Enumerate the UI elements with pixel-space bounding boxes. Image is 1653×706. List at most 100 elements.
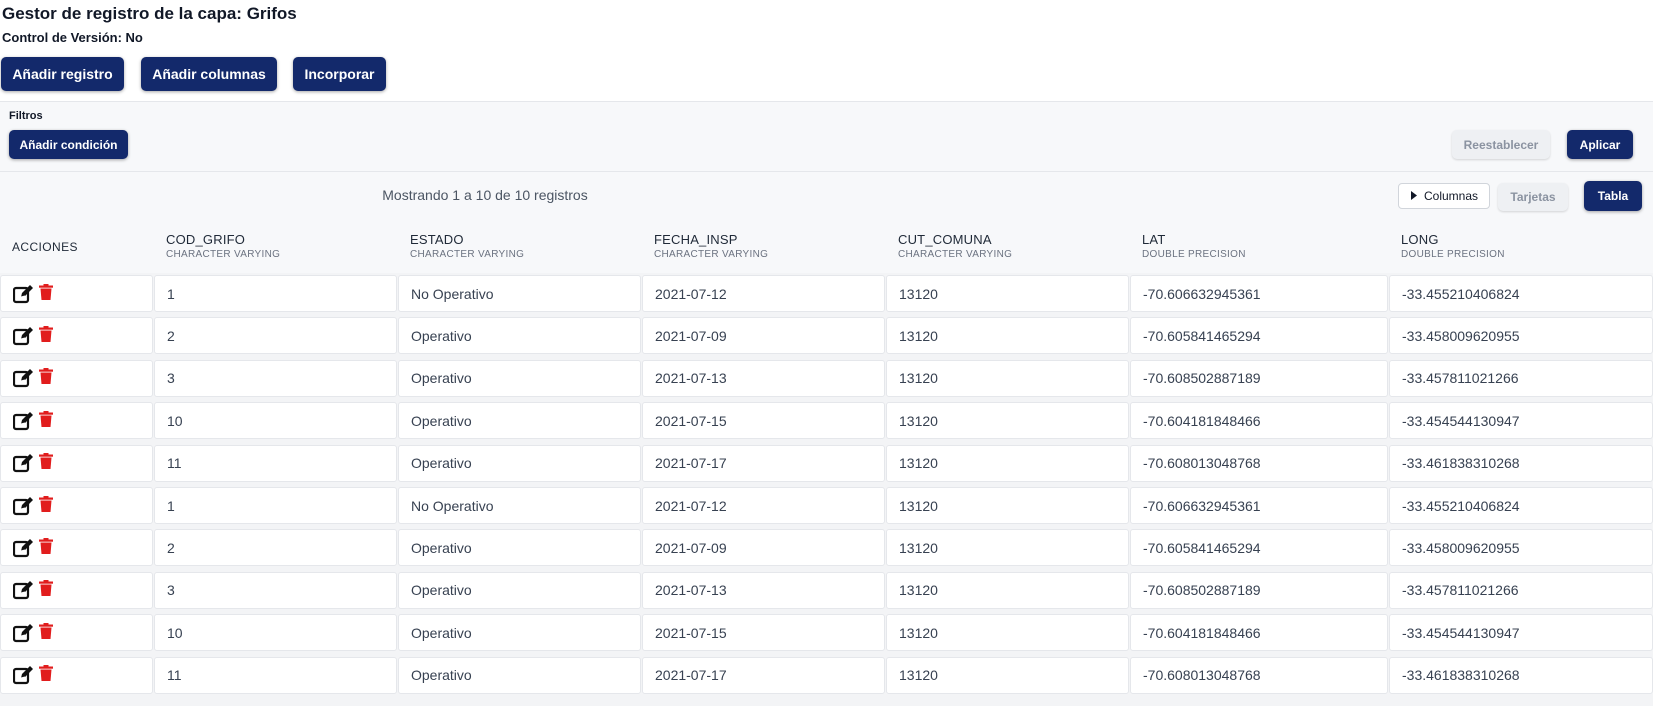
table-row: 11 Operativo 2021-07-17 13120 -70.6080130487… <box>0 656 1653 694</box>
trash-icon[interactable] <box>39 325 55 346</box>
table-cell-long[interactable]: -33.454544130947 <box>1389 402 1653 440</box>
table-cell-estado[interactable]: Operativo <box>398 614 641 652</box>
table-cell-fecha-insp[interactable]: 2021-07-12 <box>642 275 885 312</box>
table-cell-fecha-insp[interactable]: 2021-07-15 <box>642 402 885 440</box>
table-row: 10 Operativo 2021-07-15 13120 -70.6041818484… <box>0 614 1653 652</box>
table-cell-estado[interactable]: Operativo <box>398 571 641 609</box>
add-columns-button[interactable]: Añadir columnas <box>141 57 277 91</box>
table-cell-lat[interactable]: -70.608013048768 <box>1130 444 1388 482</box>
table-cell-cod-grifo[interactable]: 2 <box>154 529 397 567</box>
column-header[interactable]: FECHA_INSP CHARACTER VARYING <box>654 232 768 260</box>
trash-icon[interactable] <box>39 410 55 431</box>
table-cell-lat[interactable]: -70.608502887189 <box>1130 359 1388 397</box>
table-cell-cut-comuna[interactable]: 13120 <box>886 444 1129 482</box>
table-cell-cod-grifo[interactable]: 10 <box>154 402 397 440</box>
columns-toggle-button[interactable]: Columnas <box>1398 183 1490 209</box>
table-cell-lat[interactable]: -70.605841465294 <box>1130 529 1388 567</box>
table-cell-long[interactable]: -33.461838310268 <box>1389 656 1653 694</box>
trash-icon[interactable] <box>39 537 55 558</box>
trash-icon[interactable] <box>39 580 55 600</box>
table-cell-fecha-insp[interactable]: 2021-07-17 <box>642 656 885 694</box>
table-cell-cod-grifo[interactable]: 2 <box>154 317 397 355</box>
table-cell-cut-comuna[interactable]: 13120 <box>886 571 1129 609</box>
cards-view-button[interactable]: Tarjetas <box>1498 183 1568 211</box>
table-cell-long[interactable]: -33.454544130947 <box>1389 614 1653 652</box>
trash-icon[interactable] <box>39 368 55 388</box>
edit-icon[interactable] <box>12 411 33 431</box>
table-cell-cod-grifo[interactable]: 11 <box>154 444 397 482</box>
table-cell-fecha-insp[interactable]: 2021-07-12 <box>642 487 885 524</box>
column-header[interactable]: CUT_COMUNA CHARACTER VARYING <box>898 232 1012 260</box>
trash-icon[interactable] <box>39 283 55 304</box>
table-cell-lat[interactable]: -70.608013048768 <box>1130 656 1388 694</box>
trash-icon[interactable] <box>39 622 55 643</box>
table-cell-cod-grifo[interactable]: 10 <box>154 614 397 652</box>
column-header[interactable]: COD_GRIFO CHARACTER VARYING <box>166 232 280 260</box>
table-cell-fecha-insp[interactable]: 2021-07-13 <box>642 359 885 397</box>
table-cell-estado[interactable]: Operativo <box>398 402 641 440</box>
table-cell-long[interactable]: -33.458009620955 <box>1389 317 1653 355</box>
table-cell-fecha-insp[interactable]: 2021-07-13 <box>642 571 885 609</box>
edit-icon[interactable] <box>12 665 33 685</box>
table-cell-fecha-insp[interactable]: 2021-07-09 <box>642 529 885 567</box>
table-cell-cut-comuna[interactable]: 13120 <box>886 656 1129 694</box>
table-view-button[interactable]: Tabla <box>1584 181 1642 211</box>
table-cell-estado[interactable]: No Operativo <box>398 487 641 524</box>
edit-icon[interactable] <box>12 580 33 600</box>
table-cell-cod-grifo[interactable]: 1 <box>154 275 397 312</box>
column-header[interactable]: LAT DOUBLE PRECISION <box>1142 232 1246 260</box>
table-cell-cut-comuna[interactable]: 13120 <box>886 275 1129 312</box>
table-cell-long[interactable]: -33.455210406824 <box>1389 487 1653 524</box>
table-cell-lat[interactable]: -70.606632945361 <box>1130 275 1388 312</box>
table-cell-long[interactable]: -33.455210406824 <box>1389 275 1653 312</box>
column-name: FECHA_INSP <box>654 232 738 247</box>
table-cell-estado[interactable]: Operativo <box>398 317 641 355</box>
edit-icon[interactable] <box>12 453 33 473</box>
trash-icon[interactable] <box>39 495 55 516</box>
edit-icon[interactable] <box>12 368 33 388</box>
trash-icon[interactable] <box>39 453 55 473</box>
table-cell-fecha-insp[interactable]: 2021-07-15 <box>642 614 885 652</box>
incorporate-button[interactable]: Incorporar <box>293 57 386 91</box>
table-cell-long[interactable]: -33.458009620955 <box>1389 529 1653 567</box>
table-cell-long[interactable]: -33.461838310268 <box>1389 444 1653 482</box>
table-cell-cod-grifo[interactable]: 3 <box>154 359 397 397</box>
table-cell-cod-grifo[interactable]: 3 <box>154 571 397 609</box>
edit-icon[interactable] <box>12 623 33 643</box>
table-cell-estado[interactable]: Operativo <box>398 444 641 482</box>
table-cell-cod-grifo[interactable]: 1 <box>154 487 397 524</box>
table-cell-cut-comuna[interactable]: 13120 <box>886 614 1129 652</box>
table-cell-lat[interactable]: -70.605841465294 <box>1130 317 1388 355</box>
table-cell-estado[interactable]: Operativo <box>398 529 641 567</box>
table-cell-cut-comuna[interactable]: 13120 <box>886 529 1129 567</box>
table-cell-fecha-insp[interactable]: 2021-07-17 <box>642 444 885 482</box>
table-cell-estado[interactable]: Operativo <box>398 359 641 397</box>
trash-icon[interactable] <box>39 665 55 685</box>
table-cell-cut-comuna[interactable]: 13120 <box>886 402 1129 440</box>
edit-icon[interactable] <box>12 284 33 304</box>
table-cell-cut-comuna[interactable]: 13120 <box>886 487 1129 524</box>
column-header[interactable]: LONG DOUBLE PRECISION <box>1401 232 1505 260</box>
table-cell-cod-grifo[interactable]: 11 <box>154 656 397 694</box>
table-cell-lat[interactable]: -70.608502887189 <box>1130 571 1388 609</box>
edit-icon[interactable] <box>12 538 33 558</box>
apply-filters-button[interactable]: Aplicar <box>1567 130 1633 159</box>
table-cell-estado[interactable]: Operativo <box>398 656 641 694</box>
table-cell-cut-comuna[interactable]: 13120 <box>886 317 1129 355</box>
table-cell-estado[interactable]: No Operativo <box>398 275 641 312</box>
reset-filters-button[interactable]: Reestablecer <box>1452 130 1550 159</box>
table-cell-fecha-insp[interactable]: 2021-07-09 <box>642 317 885 355</box>
add-record-button[interactable]: Añadir registro <box>1 57 124 91</box>
table-cell-lat[interactable]: -70.604181848466 <box>1130 614 1388 652</box>
edit-icon[interactable] <box>12 496 33 516</box>
table-row: 3 Operativo 2021-07-13 13120 -70.60850288718… <box>0 359 1653 397</box>
records-count-status: Mostrando 1 a 10 de 10 registros <box>382 187 588 203</box>
column-header[interactable]: ESTADO CHARACTER VARYING <box>410 232 524 260</box>
table-cell-lat[interactable]: -70.604181848466 <box>1130 402 1388 440</box>
table-cell-cut-comuna[interactable]: 13120 <box>886 359 1129 397</box>
table-cell-long[interactable]: -33.457811021266 <box>1389 571 1653 609</box>
table-cell-lat[interactable]: -70.606632945361 <box>1130 487 1388 524</box>
add-condition-button[interactable]: Añadir condición <box>9 130 128 159</box>
table-cell-long[interactable]: -33.457811021266 <box>1389 359 1653 397</box>
edit-icon[interactable] <box>12 326 33 346</box>
